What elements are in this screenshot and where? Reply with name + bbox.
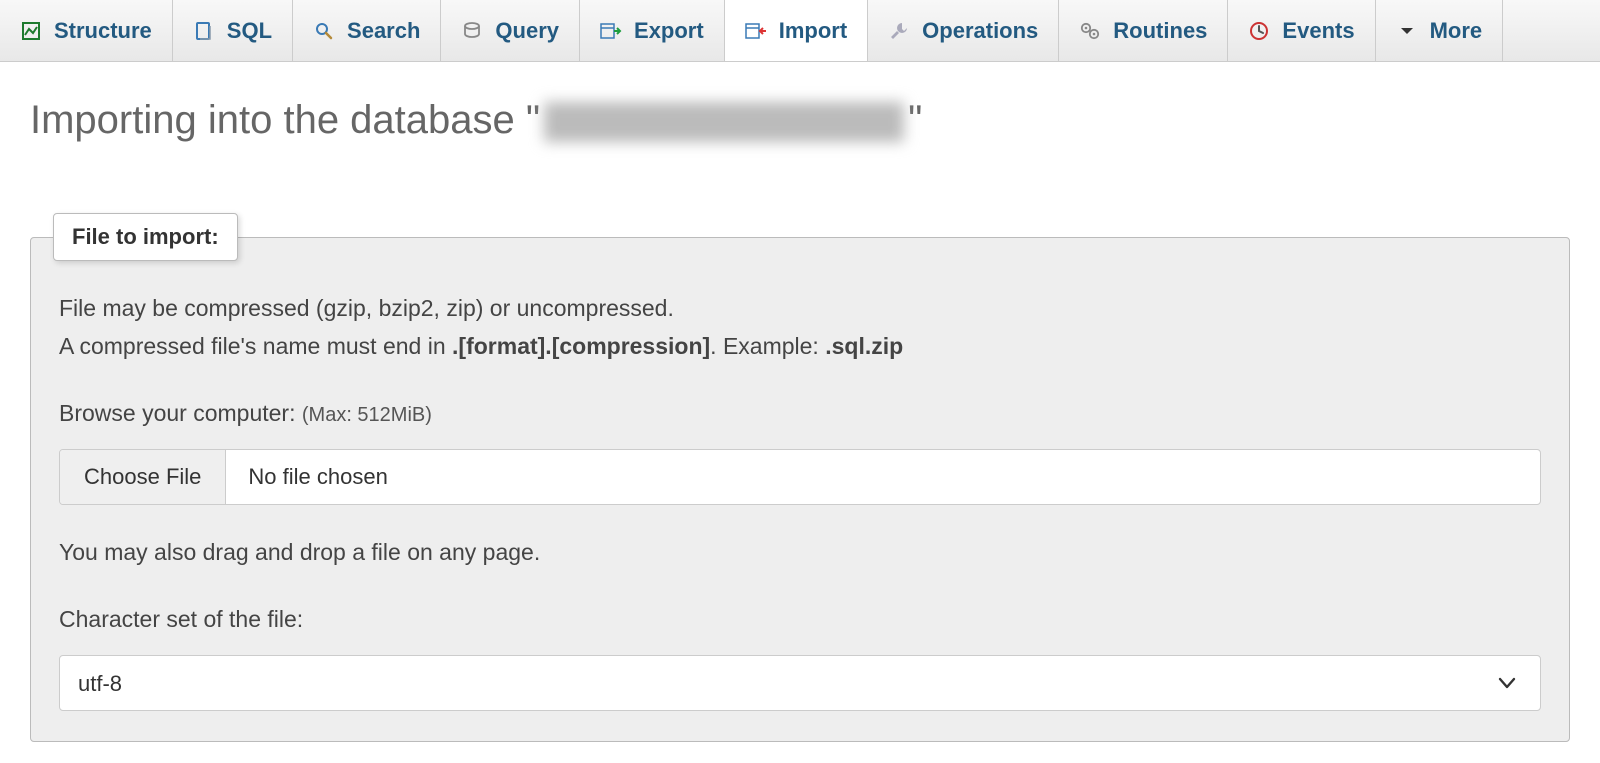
tab-more[interactable]: More — [1376, 0, 1504, 61]
tab-label: Import — [779, 18, 847, 44]
search-icon — [313, 20, 335, 42]
tab-label: Query — [495, 18, 559, 44]
compression-info-2: A compressed file's name must end in .[f… — [59, 329, 1541, 365]
tab-label: Events — [1282, 18, 1354, 44]
charset-select-wrapper: utf-8 — [59, 655, 1541, 711]
tab-label: Structure — [54, 18, 152, 44]
events-icon — [1248, 20, 1270, 42]
query-icon — [461, 20, 483, 42]
file-to-import-fieldset: File to import: File may be compressed (… — [30, 213, 1570, 742]
compression-info-1: File may be compressed (gzip, bzip2, zip… — [59, 291, 1541, 327]
tab-query[interactable]: Query — [441, 0, 580, 61]
browse-label: Browse your computer: — [59, 400, 302, 426]
charset-label: Character set of the file: — [59, 606, 1541, 633]
tab-import[interactable]: Import — [725, 0, 868, 62]
structure-icon — [20, 20, 42, 42]
choose-file-button[interactable]: Choose File — [60, 450, 226, 504]
tab-export[interactable]: Export — [580, 0, 725, 61]
page-title: Importing into the database " " — [30, 98, 922, 143]
tab-label: Operations — [922, 18, 1038, 44]
tab-sql[interactable]: SQL — [173, 0, 293, 61]
page-heading: Importing into the database " " — [0, 62, 1600, 153]
database-name-redacted — [544, 102, 904, 142]
tab-label: Routines — [1113, 18, 1207, 44]
file-chosen-status: No file chosen — [226, 450, 409, 504]
tab-structure[interactable]: Structure — [0, 0, 173, 61]
top-tabs: Structure SQL Search Query Export Import — [0, 0, 1600, 62]
tab-search[interactable]: Search — [293, 0, 441, 61]
fieldset-legend: File to import: — [53, 213, 238, 261]
operations-icon — [888, 20, 910, 42]
browse-label-row: Browse your computer: (Max: 512MiB) — [59, 400, 1541, 427]
import-icon — [745, 20, 767, 42]
max-size-hint: (Max: 512MiB) — [302, 404, 432, 426]
drag-drop-hint: You may also drag and drop a file on any… — [59, 539, 1541, 566]
charset-select[interactable]: utf-8 — [59, 655, 1541, 711]
export-icon — [600, 20, 622, 42]
tab-label: SQL — [227, 18, 272, 44]
sql-icon — [193, 20, 215, 42]
file-input[interactable]: Choose File No file chosen — [59, 449, 1541, 505]
tab-label: More — [1430, 18, 1483, 44]
tab-label: Search — [347, 18, 420, 44]
tab-label: Export — [634, 18, 704, 44]
title-suffix: " — [908, 98, 922, 142]
tab-operations[interactable]: Operations — [868, 0, 1059, 61]
tab-routines[interactable]: Routines — [1059, 0, 1228, 61]
routines-icon — [1079, 20, 1101, 42]
title-prefix: Importing into the database " — [30, 98, 540, 142]
chevron-down-icon — [1396, 20, 1418, 42]
tab-events[interactable]: Events — [1228, 0, 1375, 61]
